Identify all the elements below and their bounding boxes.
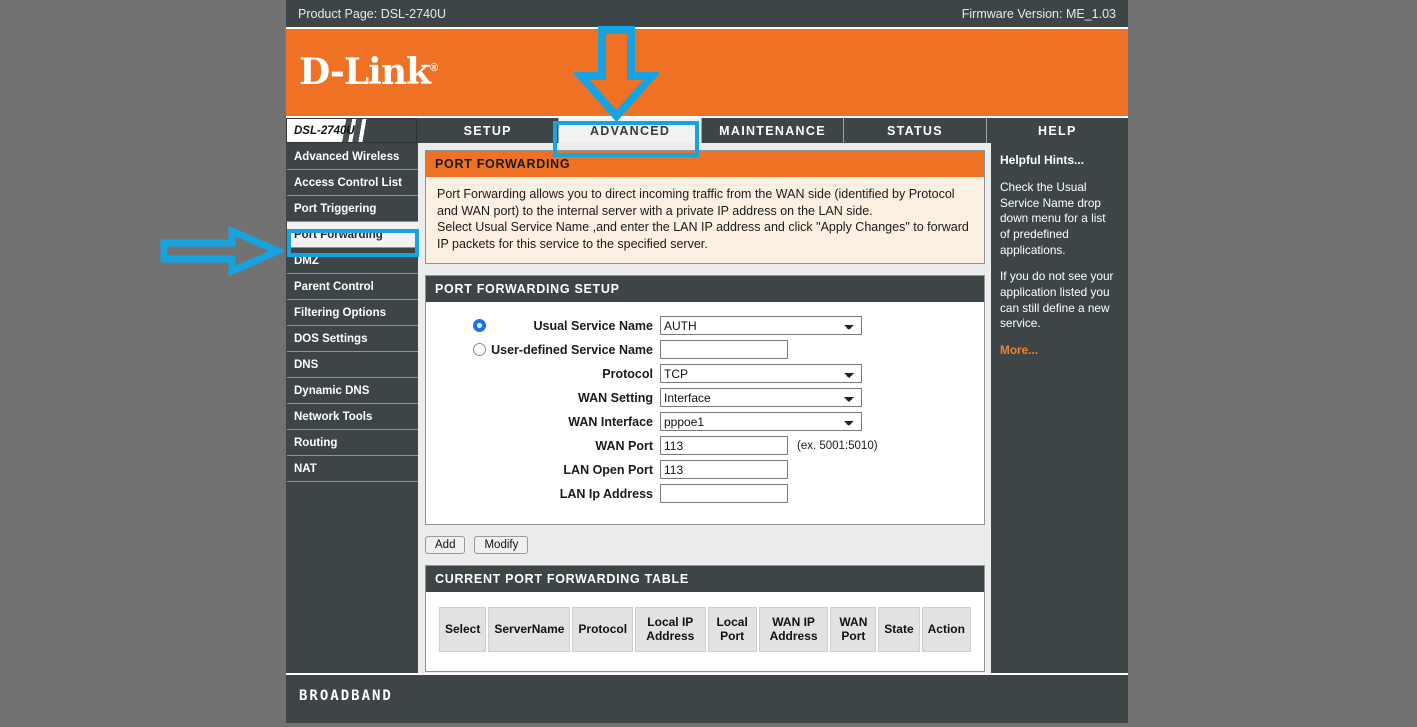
port-forwarding-table: Select ServerName Protocol Local IP Addr…	[437, 605, 973, 654]
dlink-logo-text: D-Link	[299, 51, 431, 93]
wan-setting-label: WAN Setting	[578, 391, 653, 405]
sidebar-item-advanced-wireless[interactable]: Advanced Wireless	[287, 144, 418, 170]
lan-open-port-input[interactable]	[660, 460, 788, 479]
setup-panel-title: PORT FORWARDING SETUP	[426, 276, 984, 302]
annotation-arrow-right-icon	[160, 226, 284, 276]
user-defined-service-name-input[interactable]	[660, 340, 788, 359]
table-header-row: Select ServerName Protocol Local IP Addr…	[439, 607, 971, 652]
port-forwarding-intro-panel: PORT FORWARDING Port Forwarding allows y…	[425, 150, 985, 264]
lan-ip-address-label: LAN Ip Address	[559, 487, 653, 501]
col-wan-port: WAN Port	[830, 607, 877, 652]
tab-maintenance[interactable]: MAINTENANCE	[701, 118, 845, 143]
firmware-version-label: Firmware Version: ME_1.03	[961, 6, 1116, 21]
main-content: PORT FORWARDING Port Forwarding allows y…	[418, 143, 991, 673]
lan-open-port-label: LAN Open Port	[563, 463, 653, 477]
usual-service-name-select[interactable]: AUTH	[660, 316, 862, 335]
form-row-user-defined-name: User-defined Service Name	[426, 340, 984, 359]
product-topbar: Product Page: DSL-2740U Firmware Version…	[286, 0, 1128, 27]
form-row-wan-setting: WAN Setting Interface	[426, 388, 984, 407]
brand-banner: D-Link®	[286, 27, 1128, 116]
sidebar-item-dynamic-dns[interactable]: Dynamic DNS	[287, 378, 418, 404]
col-local-port: Local Port	[707, 607, 757, 652]
broadband-label: BROADBAND	[299, 688, 393, 704]
wan-setting-select[interactable]: Interface	[660, 388, 862, 407]
page-footer: BROADBAND	[286, 673, 1128, 717]
port-forwarding-setup-panel: PORT FORWARDING SETUP Usual Service Name…	[425, 275, 985, 525]
tab-advanced[interactable]: ADVANCED	[559, 118, 702, 143]
wan-interface-label: WAN Interface	[568, 415, 653, 429]
sidebar-item-port-triggering[interactable]: Port Triggering	[287, 196, 418, 222]
nav-tab-list: SETUP ADVANCED MAINTENANCE STATUS HELP	[417, 118, 1129, 143]
form-row-wan-port: WAN Port (ex. 5001:5010)	[426, 436, 984, 455]
intro-panel-title: PORT FORWARDING	[426, 151, 984, 177]
form-row-lan-ip-address: LAN Ip Address	[426, 484, 984, 503]
product-page-label: Product Page: DSL-2740U	[298, 6, 447, 21]
page-body: Advanced Wireless Access Control List Po…	[286, 143, 1128, 673]
col-local-ip-address: Local IP Address	[635, 607, 706, 652]
usual-service-name-label: Usual Service Name	[533, 319, 653, 333]
tab-setup[interactable]: SETUP	[417, 118, 560, 143]
sidebar-item-access-control-list[interactable]: Access Control List	[287, 170, 418, 196]
user-defined-service-name-radio[interactable]	[472, 343, 486, 356]
col-wan-ip-address: WAN IP Address	[758, 607, 829, 652]
form-row-protocol: Protocol TCP	[426, 364, 984, 383]
main-navigation: DSL-2740U SETUP ADVANCED MAINTENANCE STA…	[286, 116, 1129, 143]
wan-interface-select[interactable]: pppoe1	[660, 412, 862, 431]
helpful-hints-panel: Helpful Hints... Check the Usual Service…	[991, 143, 1127, 673]
usual-service-radio-cell[interactable]	[468, 316, 490, 332]
user-defined-service-name-label: User-defined Service Name	[491, 343, 653, 357]
table-wrapper: Select ServerName Protocol Local IP Addr…	[426, 592, 984, 671]
tab-status[interactable]: STATUS	[844, 118, 987, 143]
col-action: Action	[921, 607, 971, 652]
device-model-label: DSL-2740U	[294, 124, 355, 137]
sidebar-item-nat[interactable]: NAT	[287, 456, 418, 482]
intro-panel-body: Port Forwarding allows you to direct inc…	[426, 177, 984, 263]
sidebar-item-dns[interactable]: DNS	[287, 352, 418, 378]
usual-service-name-radio[interactable]	[472, 319, 486, 332]
col-protocol: Protocol	[572, 607, 634, 652]
helpful-hints-paragraph-1: Check the Usual Service Name drop down m…	[1000, 179, 1106, 257]
wan-port-hint: (ex. 5001:5010)	[797, 440, 878, 452]
form-row-lan-open-port: LAN Open Port	[426, 460, 984, 479]
setup-form: Usual Service Name AUTH User-defined Ser…	[426, 302, 984, 524]
sidebar-item-port-forwarding[interactable]: Port Forwarding	[287, 222, 418, 248]
intro-line-2: Select Usual Service Name ,and enter the…	[437, 220, 969, 251]
dlink-logo: D-Link®	[299, 51, 438, 93]
form-action-buttons: Add Modify	[425, 536, 985, 554]
form-row-wan-interface: WAN Interface pppoe1	[426, 412, 984, 431]
lan-ip-address-input[interactable]	[660, 484, 788, 503]
device-model-tab: DSL-2740U	[286, 118, 417, 143]
protocol-label: Protocol	[602, 367, 653, 381]
sidebar-item-network-tools[interactable]: Network Tools	[287, 404, 418, 430]
sidebar-menu: Advanced Wireless Access Control List Po…	[287, 143, 418, 673]
registered-mark-icon: ®	[429, 62, 438, 74]
wan-port-label: WAN Port	[595, 439, 653, 453]
add-button[interactable]: Add	[425, 536, 466, 554]
form-row-usual-service-name: Usual Service Name AUTH	[426, 316, 984, 335]
col-state: State	[878, 607, 920, 652]
modify-button[interactable]: Modify	[474, 536, 529, 554]
user-defined-radio-cell[interactable]	[468, 340, 490, 356]
sidebar-item-filtering-options[interactable]: Filtering Options	[287, 300, 418, 326]
tab-help[interactable]: HELP	[986, 118, 1129, 143]
helpful-hints-more-link[interactable]: More...	[1000, 343, 1038, 357]
protocol-select[interactable]: TCP	[660, 364, 862, 383]
sidebar-item-dos-settings[interactable]: DOS Settings	[287, 326, 418, 352]
helpful-hints-title: Helpful Hints...	[1000, 153, 1084, 167]
intro-line-1: Port Forwarding allows you to direct inc…	[437, 187, 955, 218]
wan-port-input[interactable]	[660, 436, 788, 455]
sidebar-item-dmz[interactable]: DMZ	[287, 248, 418, 274]
router-admin-page: Product Page: DSL-2740U Firmware Version…	[286, 0, 1129, 723]
sidebar-item-routing[interactable]: Routing	[287, 430, 418, 456]
helpful-hints-paragraph-2: If you do not see your application liste…	[1000, 269, 1114, 331]
sidebar-item-parent-control[interactable]: Parent Control	[287, 274, 418, 300]
table-panel-title: CURRENT PORT FORWARDING TABLE	[426, 566, 984, 592]
current-port-forwarding-table-panel: CURRENT PORT FORWARDING TABLE Select Ser…	[425, 565, 985, 672]
col-server-name: ServerName	[488, 607, 571, 652]
col-select: Select	[439, 607, 487, 652]
